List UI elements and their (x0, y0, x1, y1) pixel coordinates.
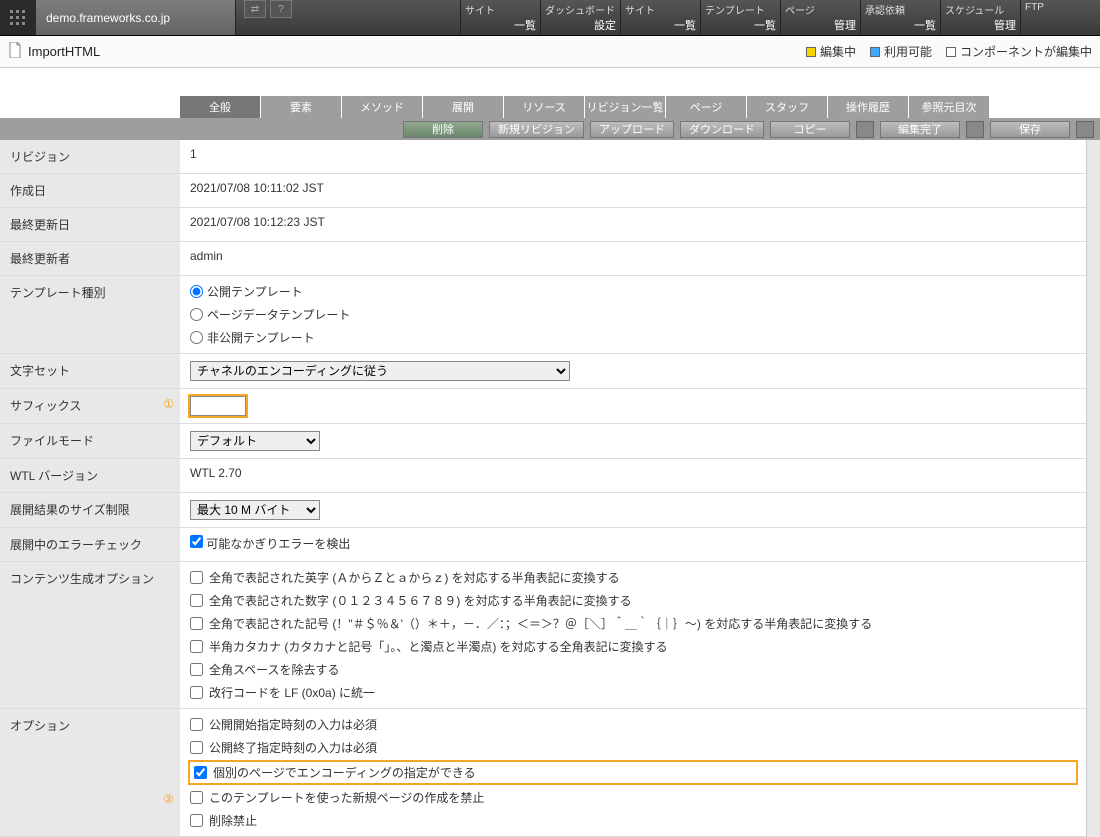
checkbox-lf-unify[interactable]: 改行コードを LF (0x0a) に統一 (190, 684, 1076, 701)
menu-dashboard[interactable]: ダッシュボード設定 (540, 0, 620, 35)
value-size-limit: 最大 10 M バイト (180, 493, 1086, 527)
checkbox-fullwidth-alpha[interactable]: 全角で表記された英字 (ＡからＺとａからｚ) を対応する半角表記に変換する (190, 569, 1076, 586)
download-button[interactable]: ダウンロード (680, 121, 764, 138)
save-button[interactable]: 保存 (990, 121, 1070, 138)
copy-icon[interactable] (856, 121, 874, 138)
label-charset: 文字セット (0, 354, 180, 388)
annotation-1: ① (163, 397, 174, 411)
label-updater: 最終更新者 (0, 242, 180, 275)
value-revision: 1 (180, 140, 1086, 173)
legend-component-editing: コンポーネントが編集中 (960, 43, 1092, 60)
label-size-limit: 展開結果のサイズ制限 (0, 493, 180, 527)
checkbox-forbid-delete[interactable]: 削除禁止 (190, 812, 1076, 829)
annotation-2: ② (163, 792, 174, 806)
checkbox-fullwidth-symbol[interactable]: 全角で表記された記号 (！"＃＄％＆'（）＊＋，－．／：；＜＝＞？＠［＼］＾＿｀… (190, 615, 1076, 632)
value-filemode: デフォルト (180, 424, 1086, 458)
edit-done-button[interactable]: 編集完了 (880, 121, 960, 138)
value-options: 公開開始指定時刻の入力は必須 公開終了指定時刻の入力は必須 個別のページでエンコ… (180, 709, 1086, 836)
value-charset: チャネルのエンコーディングに従う (180, 354, 1086, 388)
checkbox-halfwidth-kana[interactable]: 半角カタカナ (カタカナと記号「」。、と濁点と半濁点) を対応する全角表記に変換… (190, 638, 1076, 655)
tab-deploy[interactable]: 展開 (423, 96, 503, 118)
document-icon (8, 42, 22, 61)
app-logo[interactable] (0, 0, 36, 35)
tab-method[interactable]: メソッド (342, 96, 422, 118)
suffix-input[interactable] (190, 396, 246, 416)
edit-done-icon[interactable] (966, 121, 984, 138)
title-bar: ImportHTML 編集中 利用可能 コンポーネントが編集中 (0, 36, 1100, 68)
topbar-spacer: ⇄ ? (236, 0, 460, 35)
label-content-gen: コンテンツ生成オプション (0, 562, 180, 708)
menu-schedule[interactable]: スケジュール管理 (940, 0, 1020, 35)
label-created: 作成日 (0, 174, 180, 207)
top-menu: サイト一覧 ダッシュボード設定 サイト一覧 テンプレート一覧 ページ管理 承認依… (460, 0, 1100, 35)
value-updater: admin (180, 242, 1086, 275)
label-template-type: テンプレート種別 (0, 276, 180, 353)
menu-template[interactable]: テンプレート一覧 (700, 0, 780, 35)
menu-ftp[interactable]: FTP (1020, 0, 1100, 35)
tab-general[interactable]: 全般 (180, 96, 260, 118)
checkbox-per-page-encoding[interactable]: 個別のページでエンコーディングの指定ができる (190, 762, 1076, 783)
checkbox-fullwidth-digit[interactable]: 全角で表記された数字 (０１２３４５６７８９) を対応する半角表記に変換する (190, 592, 1076, 609)
new-revision-button[interactable]: 新規リビジョン (489, 121, 584, 138)
save-icon[interactable] (1076, 121, 1094, 138)
checkbox-error-check[interactable]: 可能なかぎりエラーを検出 (190, 535, 1076, 552)
help-icon[interactable]: ? (270, 0, 292, 18)
value-content-gen: 全角で表記された英字 (ＡからＺとａからｚ) を対応する半角表記に変換する 全角… (180, 562, 1086, 708)
value-suffix (180, 389, 1086, 423)
label-suffix: サフィックス ① (0, 389, 180, 423)
tab-reference-toc[interactable]: 参照元目次 (909, 96, 989, 118)
checkbox-remove-fullspace[interactable]: 全角スペースを除去する (190, 661, 1076, 678)
label-wtl: WTL バージョン (0, 459, 180, 492)
form-table: リビジョン 1 作成日 2021/07/08 10:11:02 JST 最終更新… (0, 140, 1086, 837)
legend: 編集中 利用可能 コンポーネントが編集中 (806, 43, 1092, 60)
label-revision: リビジョン (0, 140, 180, 173)
tab-staff[interactable]: スタッフ (747, 96, 827, 118)
label-filemode: ファイルモード (0, 424, 180, 458)
menu-site-list-2[interactable]: サイト一覧 (620, 0, 700, 35)
page-title: ImportHTML (28, 44, 100, 59)
legend-available: 利用可能 (884, 43, 932, 60)
label-updated: 最終更新日 (0, 208, 180, 241)
size-limit-select[interactable]: 最大 10 M バイト (190, 500, 320, 520)
action-toolbar: 削除 新規リビジョン アップロード ダウンロード コピー 編集完了 保存 (0, 118, 1100, 140)
filemode-select[interactable]: デフォルト (190, 431, 320, 451)
radio-private-template[interactable]: 非公開テンプレート (190, 329, 1054, 346)
radio-public-template[interactable]: 公開テンプレート (190, 283, 1054, 300)
tab-strip: 全般 要素 メソッド 展開 リソース リビジョン一覧 ページ スタッフ 操作履歴… (0, 96, 1100, 118)
label-options: オプション ② (0, 709, 180, 836)
checkbox-pubend-required[interactable]: 公開終了指定時刻の入力は必須 (190, 739, 1076, 756)
value-updated: 2021/07/08 10:12:23 JST (180, 208, 1086, 241)
domain-label: demo.frameworks.co.jp (36, 0, 236, 35)
legend-editing: 編集中 (820, 43, 856, 60)
value-template-type: 公開テンプレート ページデータテンプレート 非公開テンプレート (180, 276, 1086, 353)
tab-revision-list[interactable]: リビジョン一覧 (585, 96, 665, 118)
value-wtl: WTL 2.70 (180, 459, 1086, 492)
value-created: 2021/07/08 10:11:02 JST (180, 174, 1086, 207)
checkbox-forbid-new-page[interactable]: このテンプレートを使った新規ページの作成を禁止 (190, 789, 1076, 806)
radio-pagedata-template[interactable]: ページデータテンプレート (190, 306, 1054, 323)
checkbox-pubstart-required[interactable]: 公開開始指定時刻の入力は必須 (190, 716, 1076, 733)
upload-button[interactable]: アップロード (590, 121, 674, 138)
delete-button[interactable]: 削除 (403, 121, 483, 138)
charset-select[interactable]: チャネルのエンコーディングに従う (190, 361, 570, 381)
tab-page[interactable]: ページ (666, 96, 746, 118)
menu-approval[interactable]: 承認依頼一覧 (860, 0, 940, 35)
scrollbar[interactable] (1086, 140, 1100, 837)
tab-history[interactable]: 操作履歴 (828, 96, 908, 118)
copy-button[interactable]: コピー (770, 121, 850, 138)
top-navbar: demo.frameworks.co.jp ⇄ ? サイト一覧 ダッシュボード設… (0, 0, 1100, 36)
label-error-check: 展開中のエラーチェック (0, 528, 180, 561)
value-error-check: 可能なかぎりエラーを検出 (180, 528, 1086, 561)
menu-site-list[interactable]: サイト一覧 (460, 0, 540, 35)
tab-element[interactable]: 要素 (261, 96, 341, 118)
menu-page[interactable]: ページ管理 (780, 0, 860, 35)
swap-icon[interactable]: ⇄ (244, 0, 266, 18)
tab-resource[interactable]: リソース (504, 96, 584, 118)
